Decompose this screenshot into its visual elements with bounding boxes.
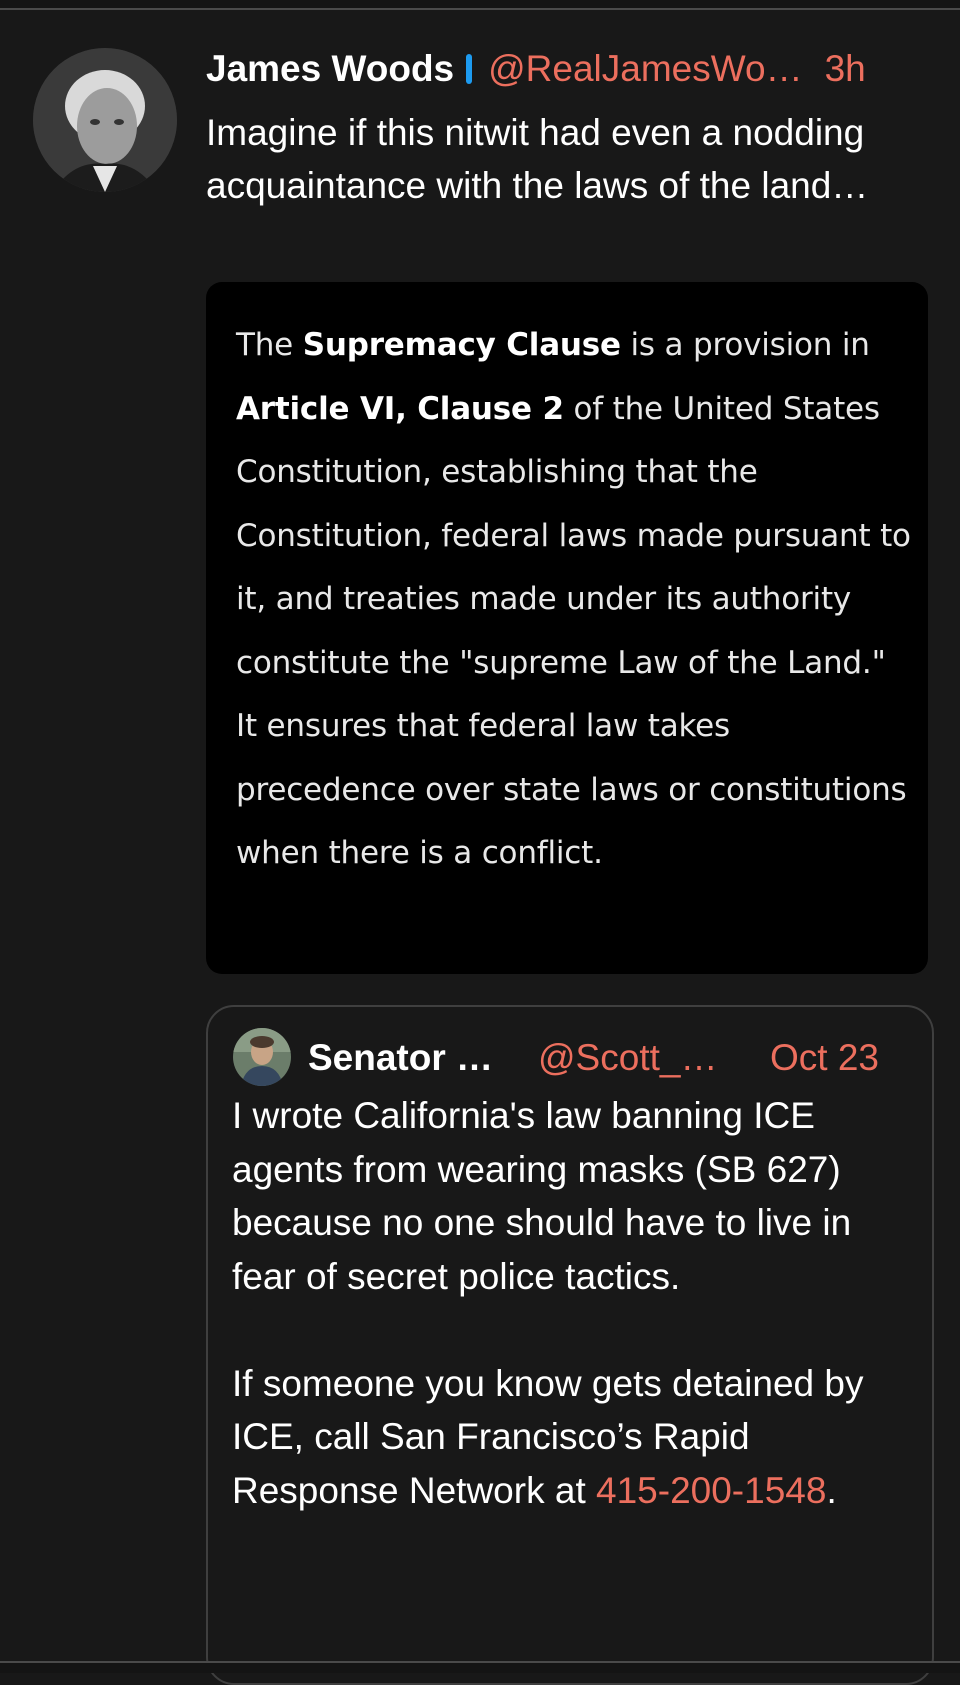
quoted-tweet-card[interactable]: Senator … @Scott_… Oct 23 I wrote Califo… [206, 1005, 934, 1685]
quoted-paragraph-2: If someone you know gets detained by ICE… [232, 1357, 922, 1518]
attached-image[interactable]: The Supremacy Clause is a provision in A… [206, 282, 928, 974]
phone-link[interactable]: 415-200-1548 [596, 1470, 826, 1511]
paragraph-2-end: . [826, 1469, 837, 1511]
author-handle[interactable]: @RealJamesWo… [488, 48, 802, 90]
author-avatar[interactable] [33, 48, 177, 192]
tweet-text: Imagine if this nitwit had even a noddin… [206, 112, 869, 206]
quoted-avatar-image [233, 1028, 291, 1086]
author-name[interactable]: James Woods [206, 48, 454, 90]
quoted-header: Senator … @Scott_… Oct 23 [308, 1033, 918, 1083]
quoted-text: I wrote California's law banning ICE age… [232, 1089, 922, 1517]
top-divider [0, 0, 960, 10]
tweet-timestamp[interactable]: 3h [825, 48, 866, 90]
quoted-author-name[interactable]: Senator … [308, 1037, 538, 1079]
avatar-image [33, 48, 177, 192]
quoted-author-avatar[interactable] [233, 1028, 291, 1086]
verified-badge-icon [466, 54, 473, 84]
quoted-paragraph-1: I wrote California's law banning ICE age… [232, 1095, 852, 1297]
quoted-author-handle[interactable]: @Scott_… [538, 1037, 770, 1079]
quoted-date[interactable]: Oct 23 [770, 1037, 879, 1079]
tweet-header: James Woods @RealJamesWo… 3h [206, 44, 930, 94]
bottom-divider [0, 1661, 960, 1673]
image-text: The Supremacy Clause is a provision in A… [236, 327, 911, 871]
